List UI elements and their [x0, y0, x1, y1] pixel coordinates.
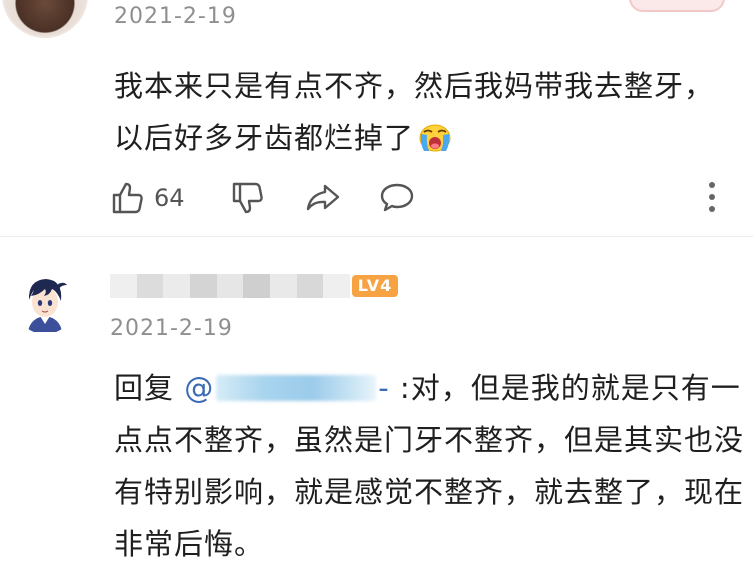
more-options-icon[interactable]	[706, 178, 718, 218]
comment-text: 回复 @ - :对，但是我的就是只有一点点不整齐，虽然是门牙不整齐，但是其实也没有…	[114, 362, 744, 570]
level-badge: LV4	[352, 275, 398, 297]
comment-text: 我本来只是有点不齐，然后我妈带我去整牙，以后好多牙齿都烂掉了	[114, 60, 734, 164]
mention-at: @	[184, 371, 215, 405]
username-redacted[interactable]	[110, 274, 351, 298]
comment-actions: 64	[110, 178, 730, 218]
decoration-badge	[629, 0, 725, 12]
comment-bubble-icon	[380, 183, 414, 212]
reply-prefix: 回复	[114, 371, 175, 405]
dislike-button[interactable]	[230, 178, 266, 218]
avatar[interactable]	[2, 0, 88, 38]
share-icon	[306, 184, 340, 211]
mention-name-redacted	[216, 375, 377, 401]
share-button[interactable]	[304, 178, 342, 218]
comment-date: 2021-2-19	[110, 316, 233, 341]
mention-link[interactable]: @ -	[184, 371, 389, 405]
avatar[interactable]	[14, 272, 76, 334]
like-button[interactable]: 64	[110, 178, 185, 218]
thumb-up-icon	[112, 182, 143, 214]
mention-tail: -	[378, 371, 390, 405]
comment-item: 2021-2-19 我本来只是有点不齐，然后我妈带我去整牙，以后好多牙齿都烂掉了…	[0, 0, 753, 236]
comment-body: 我本来只是有点不齐，然后我妈带我去整牙，以后好多牙齿都烂掉了	[114, 69, 715, 155]
anime-avatar-icon	[14, 272, 76, 334]
reply-button[interactable]	[378, 178, 416, 218]
like-count: 64	[154, 184, 185, 212]
comment-date: 2021-2-19	[114, 4, 237, 29]
crying-face-icon	[419, 124, 451, 152]
comment-divider	[0, 236, 753, 237]
thumb-down-icon	[232, 182, 263, 214]
